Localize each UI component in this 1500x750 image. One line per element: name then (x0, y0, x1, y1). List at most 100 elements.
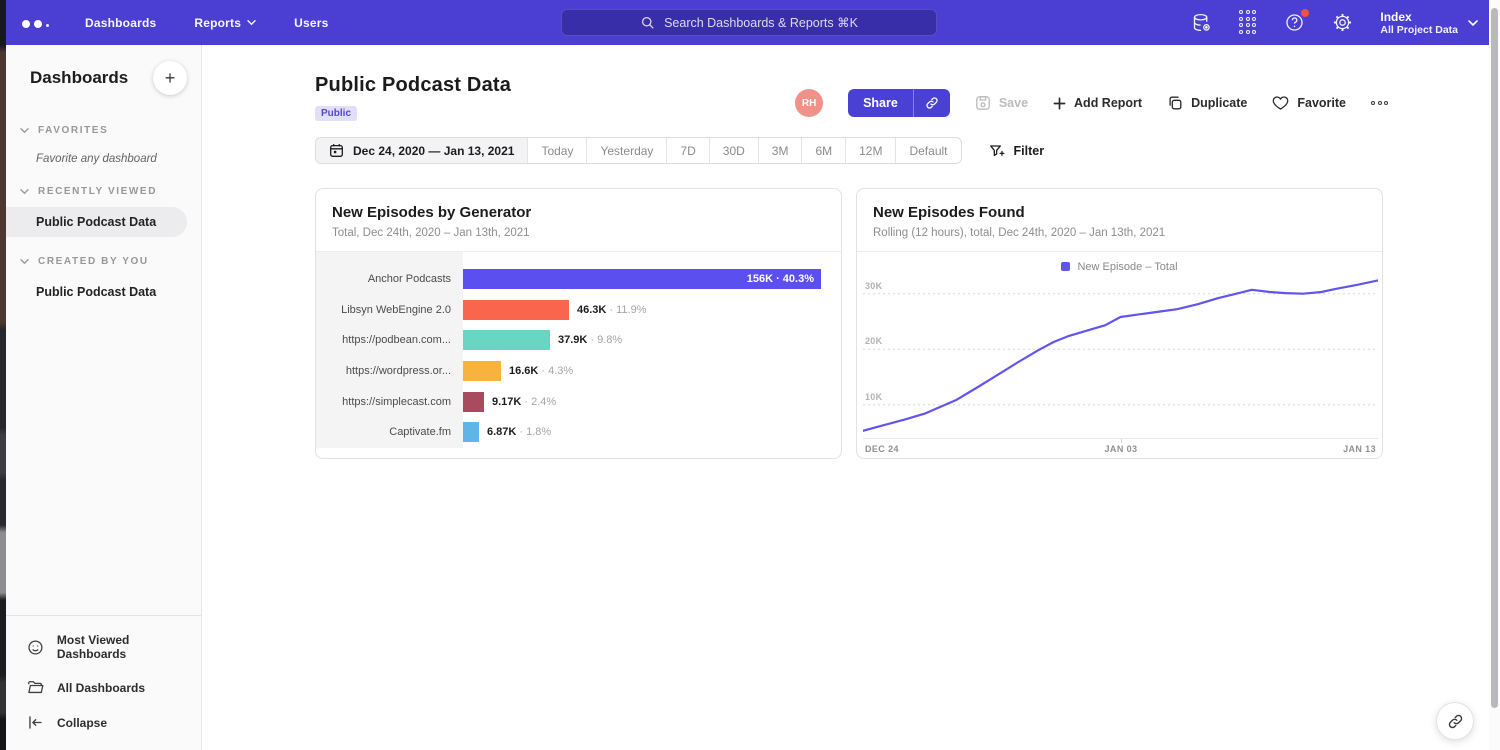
section-created-by-you[interactable]: CREATED BY YOU (6, 256, 201, 267)
line-chart-svg (863, 274, 1378, 438)
nav-item-users[interactable]: Users (294, 16, 328, 30)
bar-category-label: Libsyn WebEngine 2.0 (316, 304, 463, 316)
bar-row[interactable]: https://podbean.com...37.9K · 9.8% (316, 325, 841, 356)
section-label: FAVORITES (38, 125, 108, 136)
all-dashboards-button[interactable]: All Dashboards (6, 670, 201, 705)
filter-button[interactable]: Filter (989, 143, 1045, 159)
card-new-episodes-by-generator[interactable]: New Episodes by Generator Total, Dec 24t… (315, 188, 842, 459)
add-report-button[interactable]: Add Report (1053, 96, 1142, 110)
preset-30d[interactable]: 30D (710, 138, 759, 163)
bar-category-label: Anchor Podcasts (316, 273, 463, 285)
bar[interactable] (463, 422, 479, 442)
x-tick-label: JAN 13 (1343, 444, 1376, 454)
bar[interactable] (463, 392, 484, 412)
bar-row[interactable]: Libsyn WebEngine 2.0 46.3K · 11.9% (316, 295, 841, 326)
preset-default[interactable]: Default (896, 138, 960, 163)
nav-item-dashboards[interactable]: Dashboards (85, 16, 156, 30)
link-icon (925, 96, 939, 110)
date-range-picker[interactable]: Dec 24, 2020 — Jan 13, 2021 (316, 138, 528, 163)
bar[interactable] (463, 300, 569, 320)
bar[interactable]: 156K · 40.3% (463, 269, 821, 289)
collapse-sidebar-button[interactable]: Collapse (6, 705, 201, 740)
preset-yesterday[interactable]: Yesterday (587, 138, 667, 163)
section-favorites[interactable]: FAVORITES (6, 125, 201, 136)
add-report-label: Add Report (1074, 96, 1142, 110)
bar-value-label: 16.6K · 4.3% (509, 365, 573, 377)
preset-6m[interactable]: 6M (802, 138, 846, 163)
nav-right-cluster: Index All Project Data (1191, 0, 1478, 45)
project-subtitle: All Project Data (1380, 24, 1458, 36)
link-icon (1447, 713, 1464, 730)
share-link-floating-button[interactable] (1436, 702, 1474, 740)
nav-menu: Dashboards Reports Users (85, 16, 328, 30)
bar-value-label: 46.3K · 11.9% (577, 304, 647, 316)
search-input[interactable]: Search Dashboards & Reports ⌘K (561, 9, 937, 36)
preset-12m[interactable]: 12M (846, 138, 896, 163)
bar-category-label: https://simplecast.com (316, 396, 463, 408)
bar-chart: Anchor Podcasts156K · 40.3%Libsyn WebEng… (316, 252, 841, 459)
line-series[interactable] (863, 280, 1378, 430)
bar[interactable] (463, 330, 550, 350)
bar-row[interactable]: https://wordpress.or... 16.6K · 4.3% (316, 356, 841, 387)
notification-dot (1301, 9, 1309, 17)
project-switcher[interactable]: Index All Project Data (1380, 10, 1478, 36)
preset-today[interactable]: Today (528, 138, 587, 163)
bar[interactable] (463, 361, 501, 381)
bar-category-label: Captivate.fm (316, 426, 463, 438)
sidebar-footer: Most Viewed Dashboards All Dashboards Co… (6, 615, 201, 750)
section-recently-viewed[interactable]: RECENTLY VIEWED (6, 186, 201, 197)
duplicate-label: Duplicate (1191, 96, 1247, 110)
copy-link-button[interactable] (914, 89, 950, 117)
filter-icon (989, 143, 1005, 159)
bar-row[interactable]: Captivate.fm6.87K · 1.8% (316, 417, 841, 448)
chart-legend[interactable]: New Episode – Total (857, 252, 1382, 274)
data-sources-icon[interactable] (1191, 12, 1212, 33)
apps-grid-icon[interactable] (1239, 10, 1257, 35)
chart-subtitle: Total, Dec 24th, 2020 – Jan 13th, 2021 (332, 227, 825, 239)
chevron-down-icon (20, 188, 29, 195)
app-window: Dashboards Reports Users Search Dashboar… (0, 0, 1500, 750)
line-plot-area: 10K20K30K (863, 274, 1378, 438)
preset-7d[interactable]: 7D (667, 138, 709, 163)
nav-item-reports[interactable]: Reports (194, 16, 256, 30)
page-scrollbar (1489, 0, 1500, 750)
scrollbar-thumb[interactable] (1491, 8, 1498, 708)
folder-icon (27, 679, 44, 696)
x-tick-label: DEC 24 (865, 444, 899, 454)
share-button[interactable]: Share (848, 89, 950, 117)
legend-label: New Episode – Total (1077, 261, 1177, 273)
axis-tick (1121, 439, 1122, 443)
y-tick-label: 30K (865, 281, 882, 291)
app-logo-icon[interactable] (22, 18, 49, 28)
bar-value-label: 9.17K · 2.4% (492, 396, 556, 408)
project-name: Index (1380, 10, 1458, 24)
more-options-button[interactable] (1371, 101, 1388, 105)
save-button[interactable]: Save (975, 95, 1028, 111)
most-viewed-dashboards-button[interactable]: Most Viewed Dashboards (6, 624, 201, 670)
favorite-label: Favorite (1297, 96, 1346, 110)
avatar[interactable]: RH (795, 89, 823, 117)
preset-3m[interactable]: 3M (759, 138, 803, 163)
filter-label: Filter (1014, 144, 1045, 158)
card-new-episodes-found[interactable]: New Episodes Found Rolling (12 hours), t… (856, 188, 1383, 459)
chart-title: New Episodes Found (873, 204, 1366, 221)
chevron-down-icon (247, 19, 256, 26)
favorite-button[interactable]: Favorite (1272, 95, 1346, 111)
chart-subtitle: Rolling (12 hours), total, Dec 24th, 202… (873, 227, 1366, 239)
top-nav: Dashboards Reports Users Search Dashboar… (6, 0, 1500, 45)
bar-row[interactable]: https://simplecast.com 9.17K · 2.4% (316, 386, 841, 417)
bar-row[interactable]: Anchor Podcasts156K · 40.3% (316, 264, 841, 295)
bar-category-label: https://wordpress.or... (316, 365, 463, 377)
new-dashboard-button[interactable]: + (153, 61, 187, 95)
duplicate-button[interactable]: Duplicate (1167, 95, 1247, 111)
help-icon[interactable] (1284, 12, 1305, 33)
share-label: Share (848, 89, 913, 117)
x-axis: DEC 24 JAN 03 JAN 13 (863, 438, 1378, 454)
footer-label: Collapse (57, 716, 107, 730)
bar-value-label: 37.9K · 9.8% (558, 334, 622, 346)
sidebar-item-public-podcast-data[interactable]: Public Podcast Data (6, 207, 187, 237)
date-toolbar: Dec 24, 2020 — Jan 13, 2021 Today Yester… (315, 137, 1044, 164)
settings-gear-icon[interactable] (1332, 12, 1353, 33)
chevron-down-icon (1468, 19, 1478, 27)
sidebar-item-public-podcast-data-created[interactable]: Public Podcast Data (6, 277, 201, 307)
